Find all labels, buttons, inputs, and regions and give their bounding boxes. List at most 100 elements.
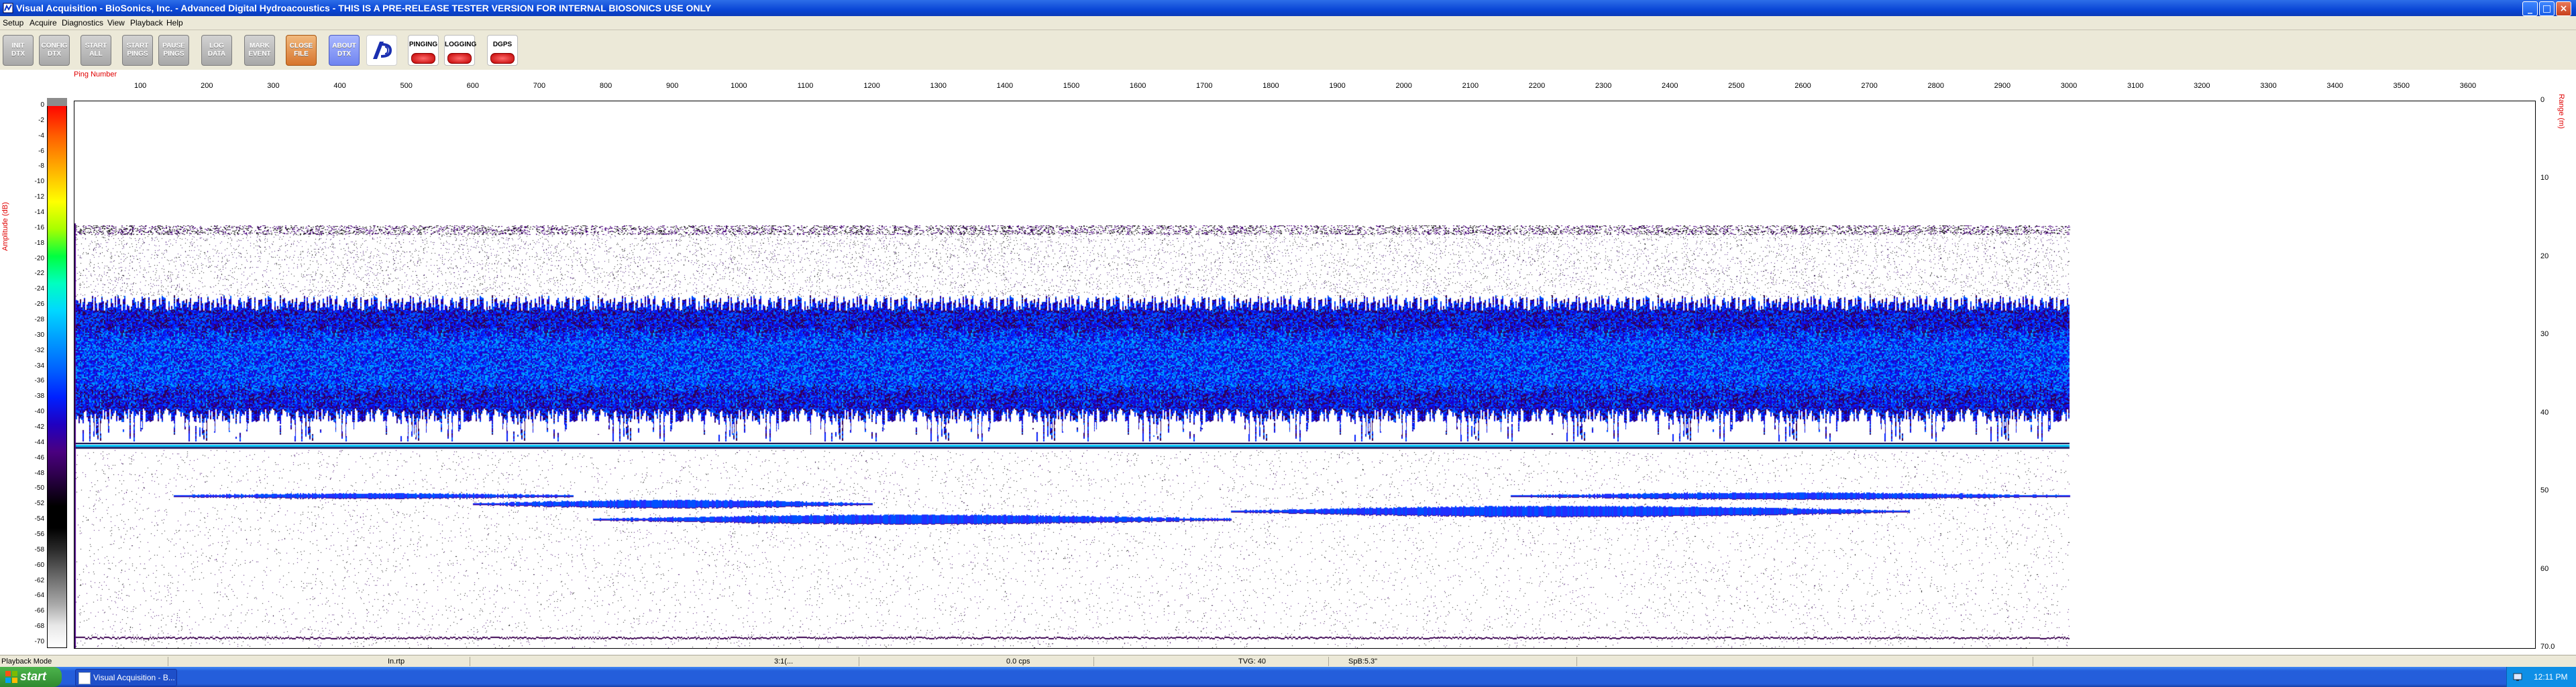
ping-tick: 2800: [1927, 82, 1945, 90]
config-dtx-label: CONFIG DTX: [41, 42, 68, 58]
mark-event-button[interactable]: MARK EVENT: [244, 35, 275, 66]
start-all-label: START ALL: [85, 42, 107, 58]
amplitude-colorbar: [47, 103, 67, 648]
task-item-label: Visual Acquisition - B...: [93, 673, 175, 682]
ping-tick: 700: [533, 82, 546, 90]
ping-tick: 1900: [1329, 82, 1346, 90]
start-all-button[interactable]: START ALL: [80, 35, 111, 66]
biosonics-logo-icon: [373, 42, 392, 59]
colorbar-tick: -52: [34, 500, 44, 508]
range-tick: 0: [2540, 96, 2545, 104]
ping-tick: 2000: [1395, 82, 1412, 90]
colorbar-tick: -16: [34, 223, 44, 231]
pause-pings-button[interactable]: PAUSE PINGS: [158, 35, 189, 66]
ping-tick: 3000: [2060, 82, 2078, 90]
ping-tick: 100: [133, 82, 147, 90]
ping-tick: 3400: [2326, 82, 2343, 90]
colorbar-tick: -28: [34, 316, 44, 323]
ping-tick: 2700: [1861, 82, 1878, 90]
ping-tick: 3200: [2194, 82, 2210, 90]
colorbar-tick: -38: [34, 392, 44, 401]
ping-tick: 300: [267, 82, 280, 90]
amplitude-axis-label: Amplitude (dB): [1, 202, 9, 251]
ping-tick: 3300: [2260, 82, 2277, 90]
colorbar-tick: -30: [34, 331, 44, 339]
ping-tick: 800: [599, 82, 612, 90]
colorbar-tick: -68: [34, 623, 44, 631]
menu-diagnostics[interactable]: Diagnostics: [62, 18, 103, 28]
colorbar-tick: -14: [34, 209, 44, 216]
menu-bar: Setup Acquire Diagnostics View Playback …: [0, 16, 2576, 30]
start-pings-button[interactable]: START PINGS: [122, 35, 153, 66]
echogram-canvas[interactable]: [74, 101, 2535, 648]
about-dtx-button[interactable]: ABOUT DTX: [329, 35, 360, 66]
menu-acquire[interactable]: Acquire: [30, 18, 57, 28]
range-axis-label: Range (m): [2557, 94, 2565, 129]
ping-tick: 3600: [2459, 82, 2477, 90]
ping-tick: 1100: [797, 82, 814, 90]
colorbar-tick: -46: [34, 454, 44, 462]
colorbar-tick: -48: [34, 469, 44, 477]
colorbar-tick: -70: [34, 638, 44, 645]
windows-flag-icon: [5, 671, 17, 683]
colorbar-tick: -50: [34, 484, 44, 492]
pause-pings-label: PAUSE PINGS: [162, 42, 185, 58]
colorbar-tick: -62: [34, 576, 44, 584]
biosonics-logo: [366, 35, 397, 66]
colorbar-tick: -22: [34, 270, 44, 278]
toolbar: INIT DTX CONFIG DTX START ALL START PING…: [0, 30, 2576, 70]
start-pings-label: START PINGS: [126, 42, 149, 58]
init-dtx-button[interactable]: INIT DTX: [3, 35, 34, 66]
colorbar-tick: -26: [34, 301, 44, 309]
ping-tick: 600: [466, 82, 479, 90]
ping-tick: 500: [400, 82, 413, 90]
ping-tick: 1200: [863, 82, 880, 90]
colorbar-tick: -12: [34, 193, 44, 201]
colorbar-tick: -8: [38, 162, 44, 170]
close-button[interactable]: ×: [2556, 1, 2571, 16]
colorbar-tick: -54: [34, 515, 44, 523]
ping-tick: 2100: [1462, 82, 1479, 90]
status-rate: 0.0 cps: [1006, 657, 1030, 666]
menu-setup[interactable]: Setup: [3, 18, 23, 28]
taskbar: start Visual Acquisition - B... 12:11 PM: [0, 667, 2576, 687]
config-dtx-button[interactable]: CONFIG DTX: [39, 35, 70, 66]
mark-event-label: MARK EVENT: [248, 42, 271, 58]
ping-tick: 1500: [1063, 82, 1080, 90]
range-tick: 40: [2540, 408, 2549, 417]
menu-view[interactable]: View: [107, 18, 125, 28]
status-spb: SpB:5.3": [1348, 657, 1378, 666]
log-data-button[interactable]: LOG DATA: [201, 35, 232, 66]
app-task-icon: [78, 672, 91, 684]
ping-tick: 3100: [2127, 82, 2144, 90]
ping-tick: 400: [333, 82, 346, 90]
colorbar-tick: -32: [34, 346, 44, 354]
init-dtx-label: INIT DTX: [11, 42, 25, 58]
colorbar-tick: -40: [34, 408, 44, 416]
ping-tick: 1800: [1263, 82, 1279, 90]
colorbar-tick: -36: [34, 377, 44, 385]
colorbar-tick: -2: [38, 116, 44, 124]
start-button[interactable]: start: [0, 667, 62, 687]
range-tick: 20: [2540, 252, 2549, 260]
dgps-indicator: DGPS: [487, 35, 518, 66]
close-file-button[interactable]: CLOSE FILE: [286, 35, 317, 66]
status-separator: [1576, 657, 1577, 666]
logging-led-icon: [447, 53, 472, 64]
ping-tick: 1300: [930, 82, 947, 90]
colorbar-tick: -56: [34, 531, 44, 538]
taskbar-clock: 12:11 PM: [2534, 672, 2568, 682]
colorbar-tick: -58: [34, 545, 44, 553]
status-separator: [1328, 657, 1329, 666]
range-tick: 70.0: [2540, 643, 2555, 651]
range-tick: 30: [2540, 330, 2549, 339]
minimize-button[interactable]: _: [2522, 1, 2538, 16]
colorbar-tick: -44: [34, 438, 44, 446]
ping-tick: 2600: [1794, 82, 1811, 90]
menu-playback[interactable]: Playback: [130, 18, 163, 28]
echogram-plot[interactable]: [74, 101, 2536, 649]
network-icon[interactable]: [2512, 672, 2523, 682]
maximize-button[interactable]: □: [2539, 1, 2555, 16]
taskbar-item-visual-acquisition[interactable]: Visual Acquisition - B...: [75, 669, 177, 686]
menu-help[interactable]: Help: [166, 18, 183, 28]
